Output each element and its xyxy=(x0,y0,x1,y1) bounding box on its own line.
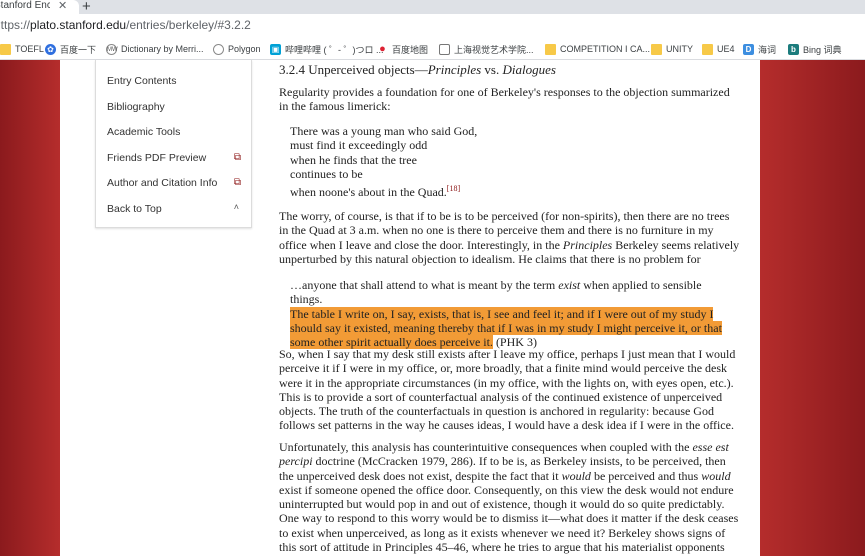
bookmark-label: Dictionary by Merri... xyxy=(121,44,204,54)
limerick-line: continues to be xyxy=(290,167,363,182)
bookmark-unity[interactable]: UNITY xyxy=(651,42,693,56)
url-text[interactable]: https://plato.stanford.edu/entries/berke… xyxy=(0,18,251,32)
tab-strip: Stanford Encyc ✕ + xyxy=(0,0,865,15)
page-gutter-left xyxy=(0,60,60,556)
bilibili-icon: ▣ xyxy=(270,43,281,55)
bookmarks-bar: TOEFL ✿ 百度一下 MW Dictionary by Merri... Pol… xyxy=(0,38,865,60)
heading-text: 3.2.4 Unperceived objects— xyxy=(279,62,428,77)
tab-close-icon[interactable]: ✕ xyxy=(58,0,67,12)
bookmark-haici[interactable]: D 海词 xyxy=(743,42,776,56)
section-heading: 3.2.4 Unperceived objects—Principles vs.… xyxy=(279,62,556,77)
bookmark-label: Polygon xyxy=(228,44,261,54)
bookmark-label: 百度一下 xyxy=(60,44,97,55)
sidebar-item-author-citation-info[interactable]: Author and Citation Info ⧉ xyxy=(107,177,247,193)
bookmark-ue4[interactable]: UE4 xyxy=(702,42,735,56)
bookmark-baidu[interactable]: ✿ 百度一下 xyxy=(45,42,96,56)
baidu-paw-icon: ✿ xyxy=(45,43,56,55)
dict-d-icon: D xyxy=(743,43,754,55)
tab-title: Stanford Encyc xyxy=(0,0,50,11)
footnote-link[interactable]: [18] xyxy=(447,184,460,193)
bookmark-label: UNITY xyxy=(666,44,693,54)
url-path: /entries/berkeley/#3.2.2 xyxy=(126,18,251,32)
bookmark-shanghai[interactable]: 上海视觉艺术学院... xyxy=(439,42,534,56)
folder-icon xyxy=(702,43,713,55)
sidebar-item-back-to-top[interactable]: Back to Top ˄ xyxy=(107,202,247,219)
bookmark-bilibili[interactable]: ▣ 哔哩哔哩 ( ゜- ゜)つロ ... xyxy=(270,42,384,56)
sidebar-item-label: Author and Citation Info xyxy=(107,177,218,189)
folder-icon xyxy=(0,43,11,55)
bookmark-label: 海词 xyxy=(758,44,777,55)
map-pin-icon: ● xyxy=(379,42,386,55)
bookmark-label: Bing 词典 xyxy=(803,44,842,55)
sidebar-item-label: Entry Contents xyxy=(107,75,177,87)
limerick-line: when noone's about in the Quad. xyxy=(290,184,447,199)
sidebar-item-friends-pdf-preview[interactable]: Friends PDF Preview ⧉ xyxy=(107,152,247,168)
heading-text-vs: vs. xyxy=(481,62,503,77)
limerick-line: There was a young man who said God, xyxy=(290,124,478,138)
bookmark-label: TOEFL xyxy=(15,44,44,54)
bookmark-label: 上海视觉艺术学院... xyxy=(454,44,534,55)
block-quote: …anyone that shall attend to what is mea… xyxy=(290,278,730,350)
quote-text: …anyone that shall attend to what is mea… xyxy=(290,278,559,292)
url-scheme: https:// xyxy=(0,18,31,32)
p4-italic: would xyxy=(701,468,731,483)
entry-navigation-sidebar: Entry Contents Bibliography Academic Too… xyxy=(95,60,252,228)
limerick-line: when he finds that the tree xyxy=(290,152,417,167)
bookmark-label: COMPETITION I CA... xyxy=(560,44,651,54)
sidebar-item-label: Friends PDF Preview xyxy=(107,152,207,164)
url-host: plato.stanford.edu xyxy=(30,18,127,32)
heading-italic-principles: Principles xyxy=(427,62,482,77)
sidebar-item-entry-contents[interactable]: Entry Contents xyxy=(107,75,247,91)
paragraph-1: Regularity provides a foundation for one… xyxy=(279,85,730,114)
browser-tab[interactable]: Stanford Encyc ✕ xyxy=(0,0,79,14)
sidebar-item-academic-tools[interactable]: Academic Tools xyxy=(107,126,247,142)
p2-italic: Principles xyxy=(562,237,613,252)
p4-text: be perceived and thus xyxy=(590,468,702,483)
paragraph-3: So, when I say that my desk still exists… xyxy=(279,347,736,433)
sidebar-item-label: Back to Top xyxy=(107,203,162,215)
bookmark-label: 哔哩哔哩 ( ゜- ゜)つロ ... xyxy=(285,44,384,55)
heading-italic-dialogues: Dialogues xyxy=(502,62,556,77)
external-link-icon: ⧉ xyxy=(233,152,241,163)
new-tab-button[interactable]: + xyxy=(82,0,91,15)
bookmark-toefl[interactable]: TOEFL xyxy=(0,42,44,56)
p4-italic: would xyxy=(561,468,591,483)
sidebar-item-label: Academic Tools xyxy=(107,126,181,138)
chevron-up-icon: ˄ xyxy=(233,202,239,212)
limerick: There was a young man who said God, must… xyxy=(290,124,477,199)
folder-icon xyxy=(651,43,662,55)
bookmark-label: UE4 xyxy=(717,44,735,54)
folder-icon xyxy=(545,43,556,55)
p4-text: exist if someone opened the office door.… xyxy=(279,482,739,556)
address-bar[interactable]: https://plato.stanford.edu/entries/berke… xyxy=(0,14,865,38)
bookmark-merriam[interactable]: MW Dictionary by Merri... xyxy=(106,42,204,56)
page-icon xyxy=(439,43,450,55)
sidebar-item-label: Bibliography xyxy=(107,101,165,113)
polygon-icon xyxy=(213,43,224,55)
paragraph-4: Unfortunately, this analysis has counter… xyxy=(279,440,741,556)
bookmark-competition[interactable]: COMPETITION I CA... xyxy=(545,42,650,56)
limerick-line: must find it exceedingly odd xyxy=(290,138,428,153)
p4-text: Unfortunately, this analysis has counter… xyxy=(279,440,693,454)
paragraph-2: The worry, of course, is that if to be i… xyxy=(279,209,741,266)
quote-italic: exist xyxy=(558,278,581,292)
sidebar-item-bibliography[interactable]: Bibliography xyxy=(107,101,247,117)
bookmark-polygon[interactable]: Polygon xyxy=(213,42,261,56)
bookmark-label: 百度地图 xyxy=(392,44,429,55)
limerick-line-last: when noone's about in the Quad.[18] xyxy=(290,182,477,199)
merriam-webster-icon: MW xyxy=(106,43,118,55)
bing-icon: b xyxy=(788,43,799,55)
bookmark-bing[interactable]: b Bing 词典 xyxy=(788,42,842,56)
bookmark-baidu-map[interactable]: ● 百度地图 xyxy=(377,42,428,56)
page-gutter-right xyxy=(760,60,865,556)
external-link-icon: ⧉ xyxy=(233,177,241,188)
